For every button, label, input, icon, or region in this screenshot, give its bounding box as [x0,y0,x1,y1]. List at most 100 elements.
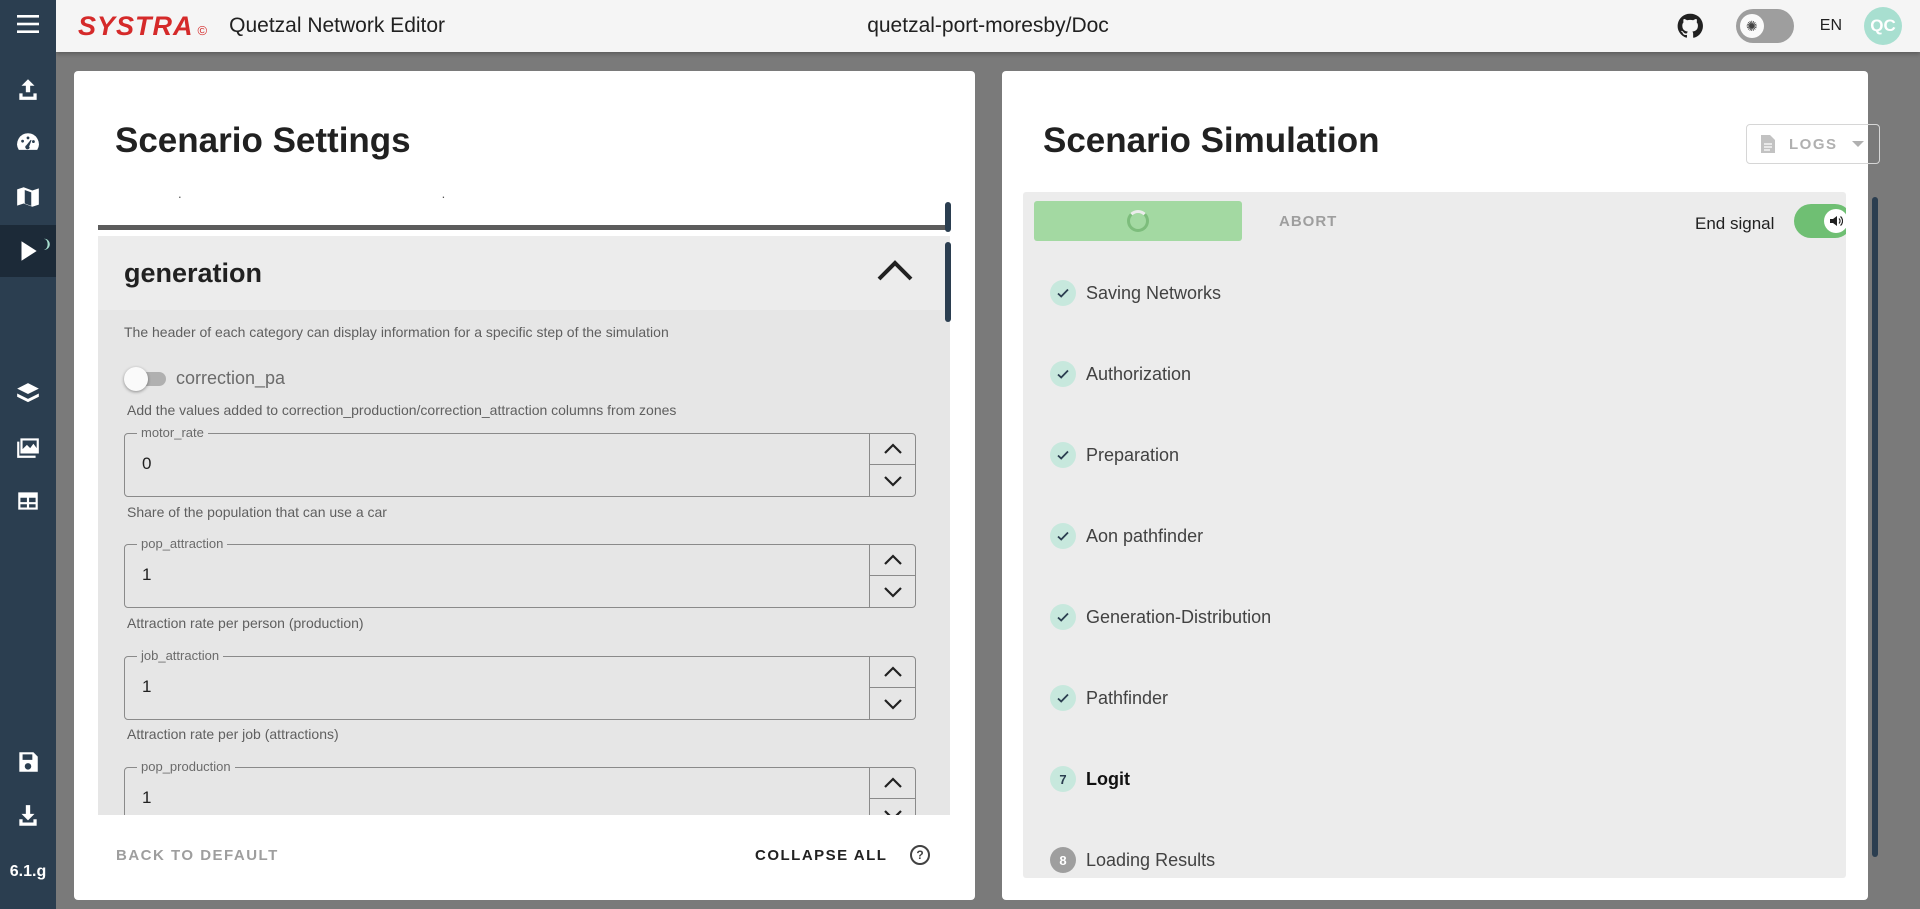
increment-button[interactable] [870,545,916,576]
save-icon [19,752,38,772]
field-hint: Attraction rate per person (production) [127,615,364,631]
field-label: motor_rate [137,425,208,440]
pop-attraction-field[interactable]: pop_attraction 1 [124,536,916,608]
step-aon-pathfinder: Aon pathfinder [1050,522,1203,550]
upload-icon [19,79,37,100]
settings-scroll-area[interactable]: . . generation The header of each catego… [98,190,950,815]
chevron-down-icon [884,698,902,710]
job-attraction-field[interactable]: job_attraction 1 [124,648,916,720]
theme-toggle[interactable]: ✺ [1735,9,1794,43]
table-icon [18,492,38,510]
chevron-up-icon [884,554,902,565]
sidebar-item-gallery[interactable] [0,421,56,473]
collapse-all-button[interactable]: COLLAPSE ALL [755,847,887,864]
language-selector[interactable]: EN [1820,17,1842,35]
back-to-default-button[interactable]: BACK TO DEFAULT [116,847,279,864]
step-authorization: Authorization [1050,360,1191,388]
chevron-up-icon[interactable] [876,258,914,282]
switch-hint: Add the values added to correction_produ… [127,402,677,418]
step-pathfinder: Pathfinder [1050,684,1168,712]
switch-label: correction_pa [176,368,286,388]
caret-down-icon [1851,141,1864,147]
generation-section: generation The header of each category c… [98,236,950,815]
field-value[interactable]: 1 [142,788,151,808]
download-icon [19,805,37,826]
spinner-mark-icon: ❩ [42,237,53,251]
user-avatar[interactable]: QC [1864,7,1902,45]
simulation-panel: ABORT End signal Saving Networks Authori… [1023,192,1846,878]
logs-button[interactable]: LOGS [1746,124,1880,164]
step-label: Generation-Distribution [1086,606,1272,627]
step-label: Saving Networks [1086,282,1222,303]
generation-section-header[interactable]: generation [98,236,950,310]
check-icon [1050,685,1076,711]
clipped-text-fragment: . . [178,190,446,201]
step-generation-distribution: Generation-Distribution [1050,603,1271,631]
decrement-button[interactable] [870,576,916,607]
step-logit: 7 Logit [1050,765,1130,793]
play-icon [21,241,37,261]
top-bar: SYSTRA © Quetzal Network Editor quetzal-… [56,0,1920,52]
step-label: Loading Results [1086,849,1216,870]
decrement-button[interactable] [870,688,916,719]
number-spinner [869,434,916,496]
sidebar: ❩ 6.1.g [0,0,56,909]
field-value[interactable]: 0 [142,454,151,474]
check-icon [1050,523,1076,549]
number-spinner [869,768,916,815]
app-title: Quetzal Network Editor [229,14,446,37]
logs-label: LOGS [1789,135,1838,153]
logo-copyright: © [197,22,208,38]
check-icon [1050,442,1076,468]
pop-production-field[interactable]: pop_production 1 [124,759,916,815]
field-label: pop_attraction [137,536,228,551]
settings-scrollbar[interactable] [945,190,951,815]
end-signal-toggle[interactable] [1794,204,1846,238]
sidebar-item-map[interactable] [0,171,56,223]
layers-icon [17,383,39,403]
simulation-scrollbar[interactable] [1872,192,1878,878]
loading-spinner-icon [1127,210,1149,232]
step-saving-networks: Saving Networks [1050,279,1221,307]
step-label: Logit [1086,768,1130,789]
field-value[interactable]: 1 [142,677,151,697]
check-icon [1050,361,1076,387]
version-label: 6.1.g [9,863,47,880]
check-icon [1050,604,1076,630]
increment-button[interactable] [870,657,916,688]
sidebar-item-run[interactable]: ❩ [0,225,56,277]
run-simulation-button[interactable] [1034,201,1242,241]
field-hint: Attraction rate per job (attractions) [127,726,339,742]
github-icon[interactable] [1676,12,1704,40]
help-icon[interactable]: ? [910,845,930,865]
end-signal-label: End signal [1695,214,1775,233]
sidebar-item-layers[interactable] [0,368,56,420]
sidebar-item-save[interactable] [0,736,56,788]
correction-pa-switch[interactable] [124,366,166,391]
sun-icon: ✺ [1739,14,1764,38]
decrement-button[interactable] [870,465,916,496]
field-label: job_attraction [137,648,224,663]
dashboard-icon [17,133,39,150]
abort-button[interactable]: ABORT [1279,213,1337,230]
sidebar-item-upload[interactable] [0,63,56,115]
chevron-up-icon [884,443,902,454]
scenario-simulation-card: Scenario Simulation LOGS ABORT End signa… [1002,71,1880,900]
step-number: 8 [1050,847,1076,873]
increment-button[interactable] [870,434,916,465]
sidebar-item-tables[interactable] [0,475,56,527]
sidebar-item-dashboard[interactable] [0,117,56,169]
field-label: pop_production [137,759,235,774]
field-value[interactable]: 1 [142,565,151,585]
sidebar-item-download[interactable] [0,790,56,842]
decrement-button[interactable] [870,799,916,815]
motor-rate-field[interactable]: motor_rate 0 [124,425,916,497]
settings-footer: BACK TO DEFAULT COLLAPSE ALL ? [74,815,975,900]
gallery-icon [17,438,39,458]
menu-button[interactable] [0,0,56,48]
map-icon [17,187,39,207]
chevron-up-icon [884,666,902,677]
increment-button[interactable] [870,768,916,799]
correction-pa-switch-row: correction_pa [124,366,286,391]
logo-text: SYSTRA [78,10,194,41]
